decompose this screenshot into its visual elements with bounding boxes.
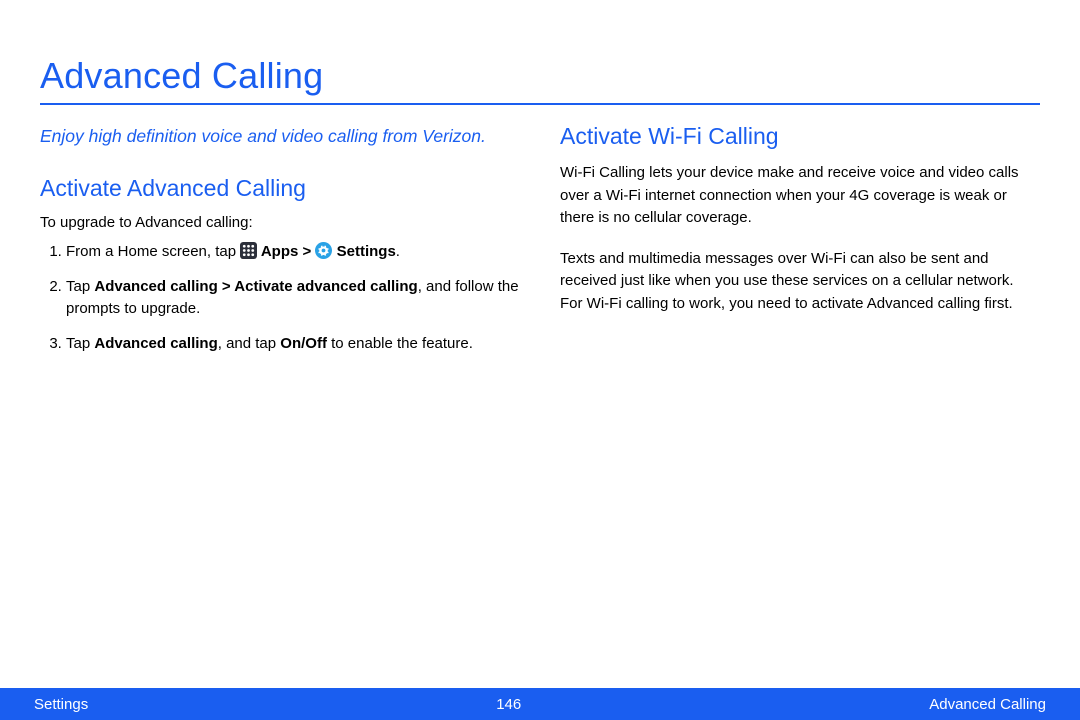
step-text: . [396, 243, 400, 260]
apps-icon [240, 242, 257, 259]
step-text: , and tap [218, 335, 281, 352]
page-title: Advanced Calling [40, 55, 1040, 97]
footer-left: Settings [34, 696, 88, 713]
paragraph: Texts and multimedia messages over Wi-Fi… [560, 248, 1040, 316]
step-3: Tap Advanced calling, and tap On/Off to … [66, 333, 520, 356]
settings-label: Settings [332, 243, 395, 260]
bold-text: On/Off [280, 335, 327, 352]
step-text: Tap [66, 278, 94, 295]
page-subtitle: Enjoy high definition voice and video ca… [40, 123, 520, 149]
title-rule [40, 103, 1040, 105]
step-1: From a Home screen, tap Apps > Settings. [66, 241, 520, 264]
section-heading-wifi-calling: Activate Wi-Fi Calling [560, 123, 1040, 150]
right-column: Activate Wi-Fi Calling Wi-Fi Calling let… [560, 123, 1040, 367]
footer-page-number: 146 [496, 696, 521, 713]
step-text: Tap [66, 335, 94, 352]
steps-list: From a Home screen, tap Apps > Settings.… [40, 241, 520, 355]
bold-text: Advanced calling [94, 335, 217, 352]
apps-label: Apps > [257, 243, 315, 260]
intro-text: To upgrade to Advanced calling: [40, 214, 520, 231]
step-text: to enable the feature. [327, 335, 473, 352]
bold-text: Advanced calling > Activate advanced cal… [94, 278, 417, 295]
paragraph: Wi-Fi Calling lets your device make and … [560, 162, 1040, 230]
left-column: Enjoy high definition voice and video ca… [40, 123, 520, 367]
page-footer: Settings 146 Advanced Calling [0, 688, 1080, 720]
section-heading-activate-advanced: Activate Advanced Calling [40, 175, 520, 202]
step-2: Tap Advanced calling > Activate advanced… [66, 276, 520, 321]
settings-icon [315, 242, 332, 259]
step-text: From a Home screen, tap [66, 243, 240, 260]
footer-right: Advanced Calling [929, 696, 1046, 713]
